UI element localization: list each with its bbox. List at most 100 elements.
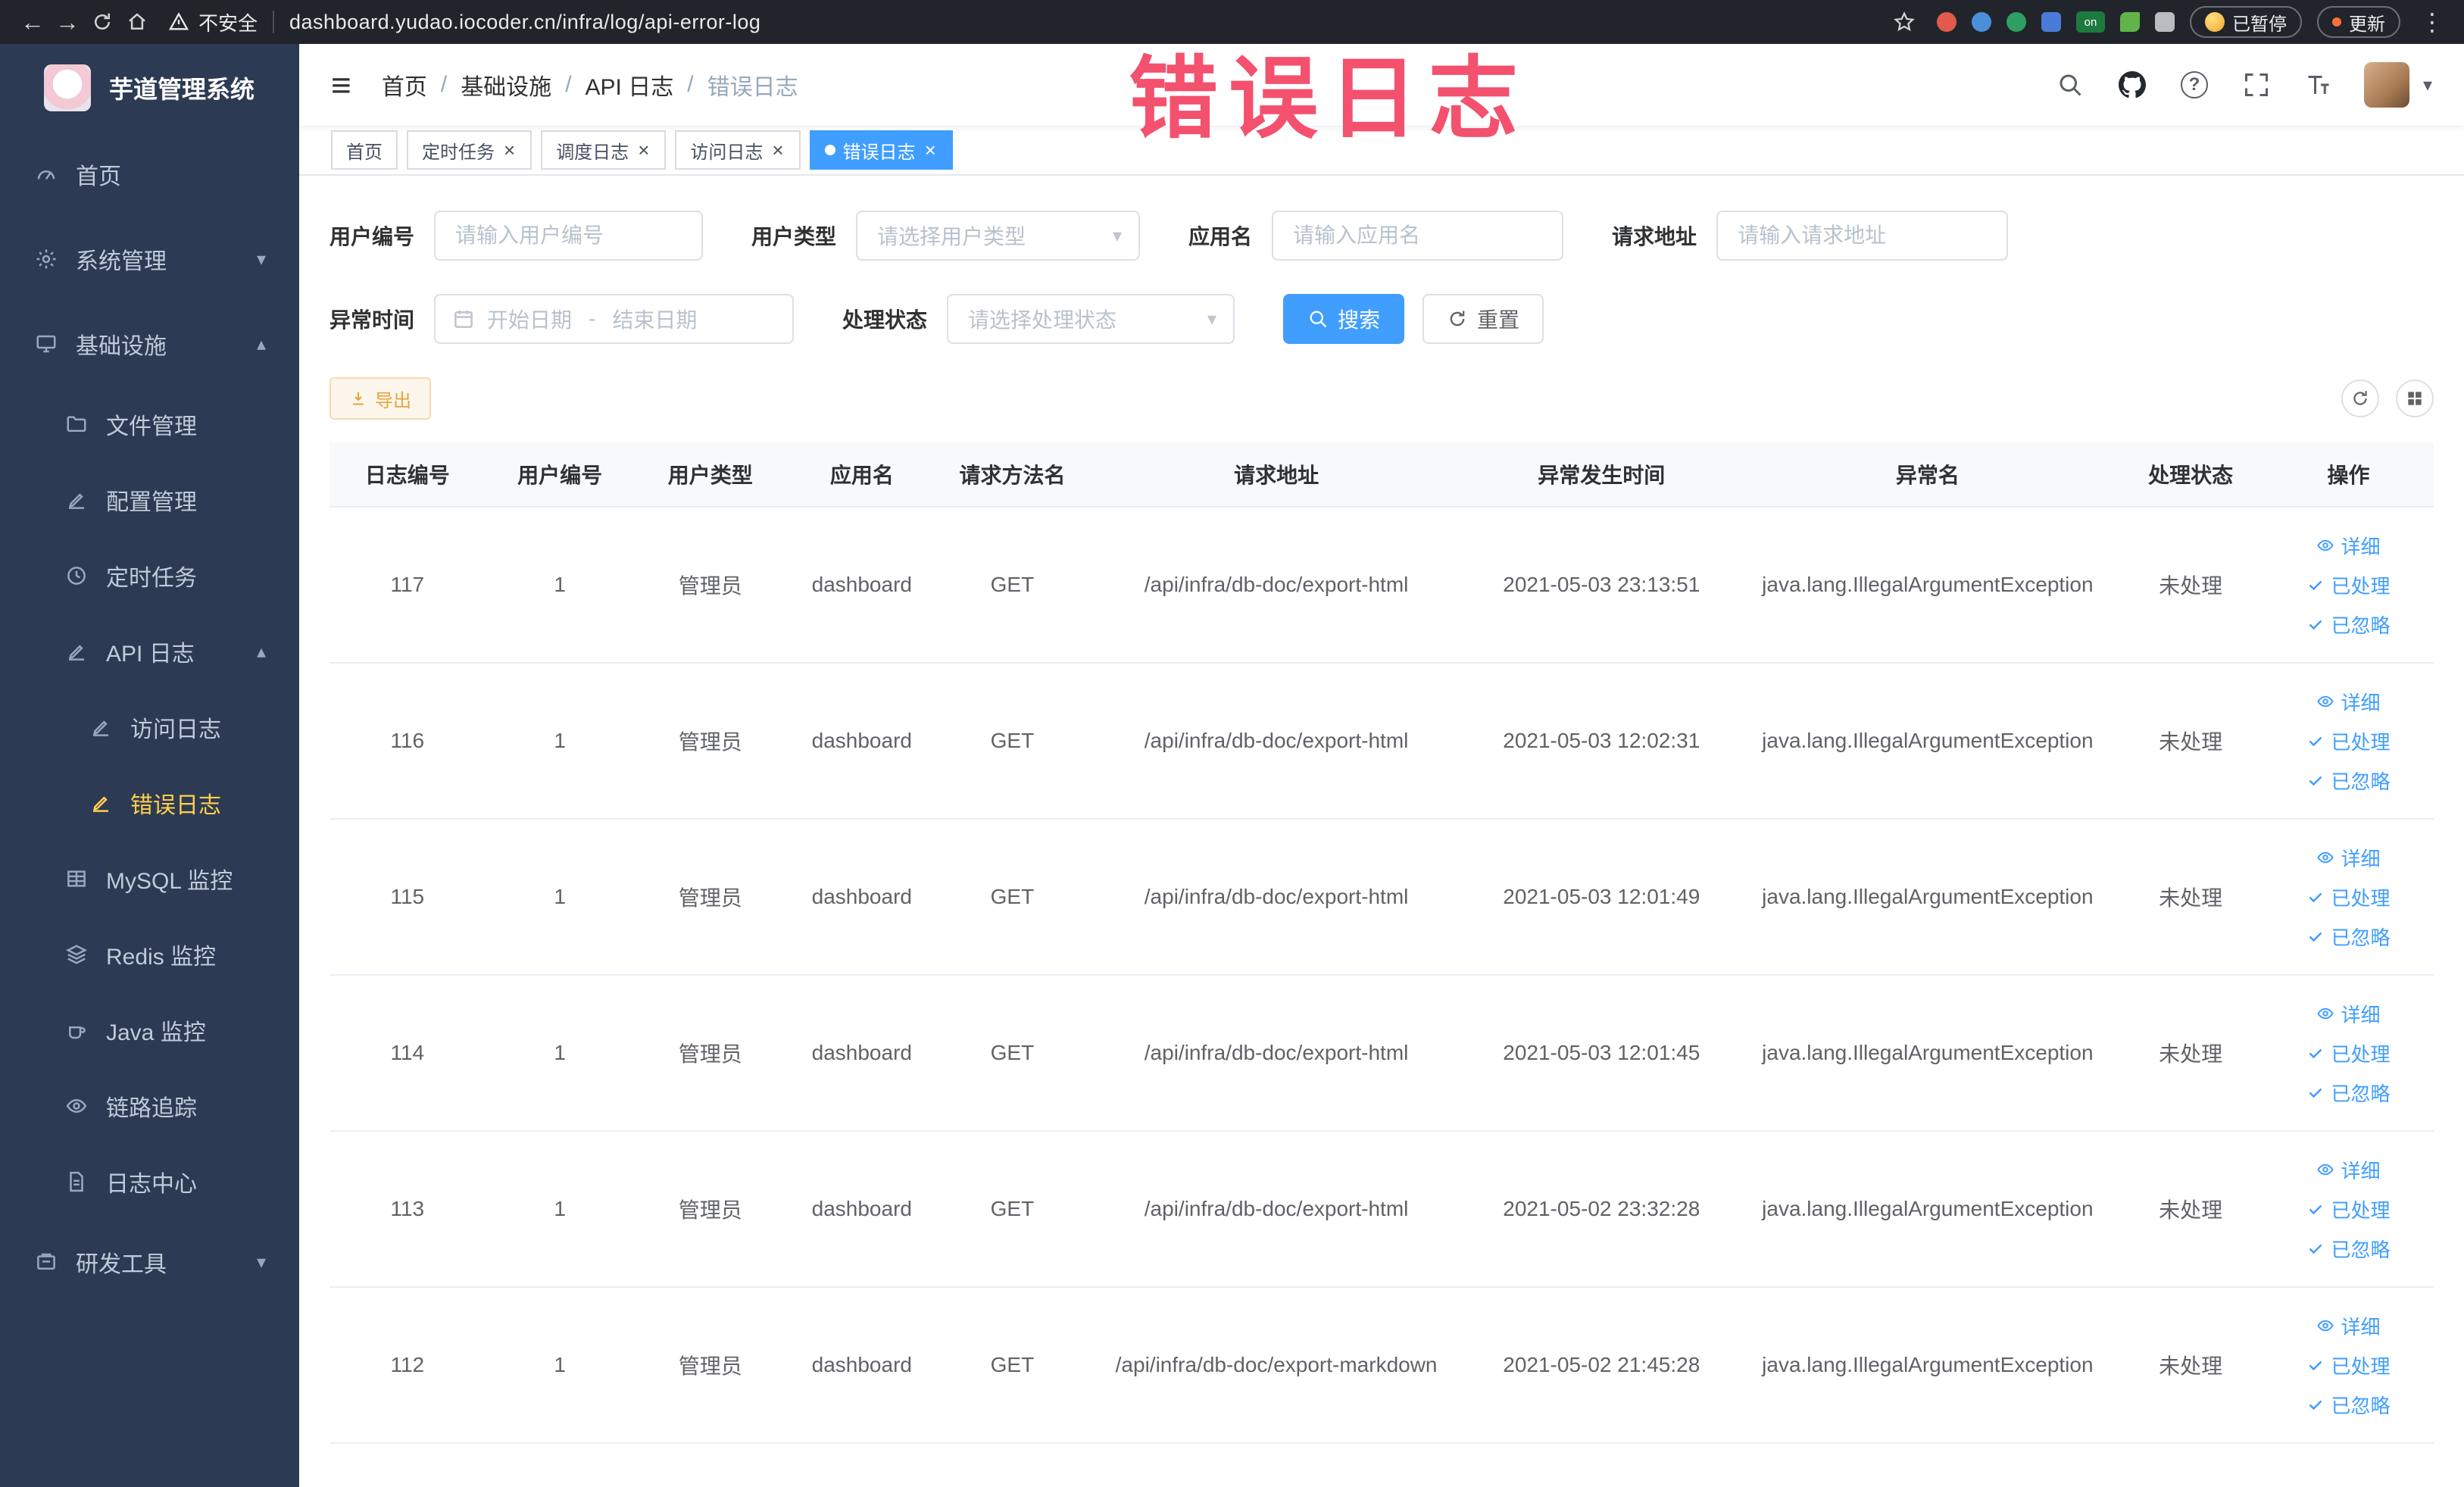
tab-access-log[interactable]: 访问日志 × xyxy=(675,130,801,170)
sidebar-item-tracing[interactable]: 链路追踪 xyxy=(0,1068,299,1144)
sidebar-item-dev-tools[interactable]: 研发工具 ▾ xyxy=(0,1220,299,1304)
check-icon xyxy=(2306,1044,2325,1062)
calendar-icon xyxy=(452,308,475,330)
sidebar-item-label: MySQL 监控 xyxy=(106,869,233,894)
breadcrumb-item[interactable]: API 日志 xyxy=(586,68,674,102)
cell-user-id: 1 xyxy=(485,819,635,976)
eye-icon xyxy=(2316,692,2334,711)
security-chip[interactable]: 不安全 xyxy=(168,8,258,36)
mark-ignored-link[interactable]: 已忽略 xyxy=(2266,1385,2431,1424)
extension-icon[interactable] xyxy=(2120,12,2140,32)
logo-avatar xyxy=(44,64,91,111)
breadcrumb-separator: / xyxy=(565,72,572,97)
update-button[interactable]: 更新 xyxy=(2317,6,2400,38)
font-size-icon[interactable] xyxy=(2302,68,2335,102)
sidebar-item-log-center[interactable]: 日志中心 xyxy=(0,1144,299,1220)
mark-processed-link[interactable]: 已处理 xyxy=(2266,1345,2431,1385)
paused-button[interactable]: 已暂停 xyxy=(2190,6,2302,38)
sidebar-item-label: 访问日志 xyxy=(130,717,221,742)
sidebar-item-redis-monitor[interactable]: Redis 监控 xyxy=(0,917,299,992)
mark-processed-link[interactable]: 已处理 xyxy=(2266,1189,2431,1229)
browser-menu-icon[interactable]: ⋮ xyxy=(2416,8,2449,36)
address-url[interactable]: dashboard.yudao.iocoder.cn/infra/log/api… xyxy=(289,11,760,34)
sidebar-item-scheduled-tasks[interactable]: 定时任务 xyxy=(0,538,299,614)
help-icon[interactable]: ? xyxy=(2178,68,2211,102)
mark-ignored-link[interactable]: 已忽略 xyxy=(2266,1229,2431,1268)
search-icon[interactable] xyxy=(2053,68,2087,102)
mark-ignored-link[interactable]: 已忽略 xyxy=(2266,1073,2431,1112)
detail-link[interactable]: 详细 xyxy=(2266,526,2431,565)
sidebar-item-infrastructure[interactable]: 基础设施 ▴ xyxy=(0,301,299,386)
reset-button[interactable]: 重置 xyxy=(1422,294,1544,344)
detail-link[interactable]: 详细 xyxy=(2266,1306,2431,1345)
close-icon[interactable]: × xyxy=(770,140,785,160)
cell-exception: java.lang.IllegalArgumentException xyxy=(1737,507,2119,664)
sidebar-item-config-management[interactable]: 配置管理 xyxy=(0,462,299,538)
extension-icon[interactable] xyxy=(2041,12,2061,32)
process-status-select[interactable]: 请选择处理状态 ▾ xyxy=(947,294,1235,344)
export-button[interactable]: 导出 xyxy=(329,377,431,420)
detail-link[interactable]: 详细 xyxy=(2266,1150,2431,1189)
breadcrumb-item[interactable]: 首页 xyxy=(382,68,427,102)
search-button[interactable]: 搜索 xyxy=(1283,294,1405,344)
divider xyxy=(273,11,275,33)
extension-icon[interactable] xyxy=(1937,12,1957,32)
sidebar-item-access-log[interactable]: 访问日志 xyxy=(0,689,299,765)
extensions-puzzle-icon[interactable] xyxy=(2155,12,2175,32)
user-type-select[interactable]: 请选择用户类型 ▾ xyxy=(856,211,1141,261)
sidebar-item-home[interactable]: 首页 xyxy=(0,132,299,217)
refresh-table-button[interactable] xyxy=(2341,380,2379,417)
tab-home[interactable]: 首页 xyxy=(331,130,398,170)
sidebar-item-api-logs[interactable]: API 日志 ▴ xyxy=(0,614,299,689)
close-icon[interactable]: × xyxy=(923,140,938,160)
tab-scheduled-tasks[interactable]: 定时任务 × xyxy=(407,130,532,170)
fullscreen-icon[interactable] xyxy=(2240,68,2273,102)
sidebar-item-mysql-monitor[interactable]: MySQL 监控 xyxy=(0,841,299,917)
paused-label: 已暂停 xyxy=(2232,14,2287,35)
request-url-input[interactable] xyxy=(1716,211,2009,261)
forward-icon[interactable]: → xyxy=(50,5,85,39)
extension-icon[interactable] xyxy=(2006,12,2026,32)
date-range-picker[interactable]: 开始日期 - 结束日期 xyxy=(434,294,795,344)
detail-link[interactable]: 详细 xyxy=(2266,682,2431,721)
table-row: 113 1 管理员 dashboard GET/api/infra/db-doc/exp… xyxy=(329,1131,2434,1288)
bookmark-star-icon[interactable] xyxy=(1887,5,1922,39)
mark-processed-link[interactable]: 已处理 xyxy=(2266,721,2431,761)
mark-ignored-link[interactable]: 已忽略 xyxy=(2266,761,2431,800)
search-icon xyxy=(1310,311,1327,328)
user-id-input[interactable] xyxy=(434,211,704,261)
cell-time: 2021-05-03 12:01:45 xyxy=(1466,975,1738,1132)
hamburger-icon[interactable]: ≡ xyxy=(331,67,351,102)
sidebar-item-java-monitor[interactable]: Java 监控 xyxy=(0,992,299,1068)
tab-error-log[interactable]: 错误日志 × xyxy=(809,130,953,170)
sidebar-item-system-management[interactable]: 系统管理 ▾ xyxy=(0,217,299,301)
chevron-down-icon[interactable]: ▾ xyxy=(2423,74,2432,96)
sidebar-item-file-management[interactable]: 文件管理 xyxy=(0,386,299,462)
mark-processed-link[interactable]: 已处理 xyxy=(2266,877,2431,917)
mark-processed-link[interactable]: 已处理 xyxy=(2266,565,2431,604)
close-icon[interactable]: × xyxy=(502,140,517,160)
home-icon[interactable] xyxy=(120,5,155,39)
sidebar-item-error-log[interactable]: 错误日志 xyxy=(0,765,299,841)
detail-link[interactable]: 详细 xyxy=(2266,994,2431,1033)
mark-processed-link[interactable]: 已处理 xyxy=(2266,1033,2431,1073)
reload-icon[interactable] xyxy=(85,5,120,39)
tab-schedule-log[interactable]: 调度日志 × xyxy=(541,130,667,170)
cell-method: GET xyxy=(937,1131,1088,1288)
mark-ignored-link[interactable]: 已忽略 xyxy=(2266,917,2431,956)
app-logo[interactable]: 芋道管理系统 xyxy=(0,44,299,132)
github-icon[interactable] xyxy=(2116,68,2149,102)
avatar[interactable] xyxy=(2363,62,2409,108)
column-settings-button[interactable] xyxy=(2396,380,2434,417)
detail-link[interactable]: 详细 xyxy=(2266,838,2431,877)
back-icon[interactable]: ← xyxy=(15,5,50,39)
cell-time: 2021-05-02 23:32:28 xyxy=(1466,1131,1738,1288)
mark-ignored-link[interactable]: 已忽略 xyxy=(2266,604,2431,644)
extension-icon[interactable] xyxy=(1972,12,1991,32)
app-name-input[interactable] xyxy=(1272,211,1564,261)
extension-icon[interactable]: on xyxy=(2076,11,2105,33)
sidebar-item-label: 文件管理 xyxy=(106,414,197,439)
check-icon xyxy=(2306,1239,2325,1257)
breadcrumb-item[interactable]: 基础设施 xyxy=(461,68,551,102)
close-icon[interactable]: × xyxy=(636,140,651,160)
